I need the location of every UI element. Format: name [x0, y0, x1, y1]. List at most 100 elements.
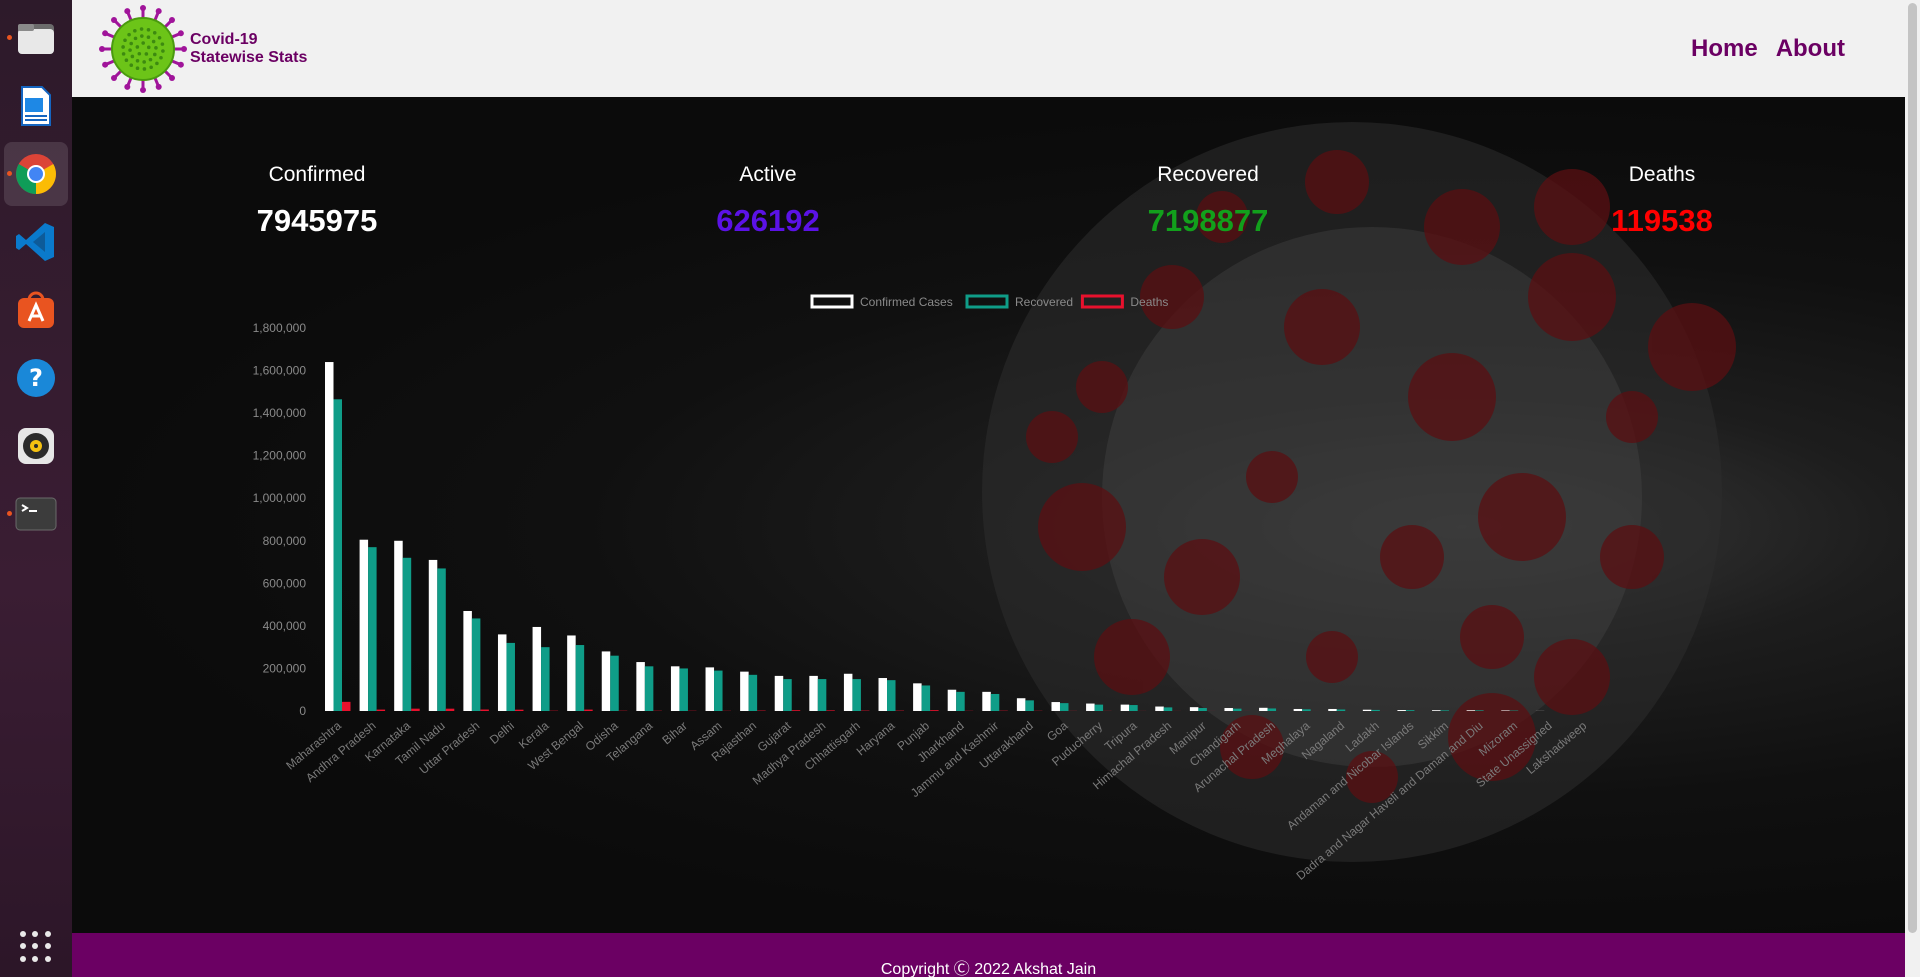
bar-recovered[interactable]	[471, 618, 481, 711]
bar-confirmed-cases[interactable]	[1189, 707, 1199, 711]
bar-confirmed-cases[interactable]	[1224, 708, 1233, 711]
bar-confirmed-cases[interactable]	[843, 673, 853, 711]
bar-recovered[interactable]	[368, 547, 377, 711]
bar-confirmed-cases[interactable]	[1016, 698, 1026, 711]
bar-recovered[interactable]	[1475, 710, 1484, 711]
legend-swatch[interactable]	[965, 294, 1009, 309]
bar-deaths[interactable]	[411, 708, 420, 711]
bar-confirmed-cases[interactable]	[1362, 709, 1372, 711]
legend-swatch[interactable]	[1080, 294, 1124, 309]
bar-recovered[interactable]	[1163, 707, 1173, 711]
bar-recovered[interactable]	[921, 685, 931, 711]
bar-confirmed-cases[interactable]	[1051, 702, 1060, 711]
bar-deaths[interactable]	[445, 708, 455, 711]
nav-home-link[interactable]: Home	[1691, 35, 1758, 63]
bar-confirmed-cases[interactable]	[809, 675, 818, 711]
virus-logo-icon[interactable]	[98, 4, 188, 94]
bar-recovered[interactable]	[1094, 704, 1104, 711]
dock-item-vscode[interactable]	[4, 210, 68, 274]
bar-recovered[interactable]	[402, 557, 412, 711]
bar-confirmed-cases[interactable]	[1328, 708, 1337, 711]
bar-recovered[interactable]	[1025, 700, 1034, 711]
bar-recovered[interactable]	[1405, 710, 1415, 711]
bar-recovered[interactable]	[1232, 708, 1242, 711]
bar-confirmed-cases[interactable]	[601, 651, 611, 711]
bar-confirmed-cases[interactable]	[1293, 708, 1303, 711]
dock-item-ubuntu-software[interactable]	[4, 278, 68, 342]
bar-recovered[interactable]	[506, 642, 515, 711]
bar-recovered[interactable]	[1198, 708, 1207, 711]
bar-recovered[interactable]	[610, 655, 619, 711]
bar-recovered[interactable]	[679, 668, 688, 711]
bar-confirmed-cases[interactable]	[1120, 704, 1130, 711]
bar-recovered[interactable]	[1302, 709, 1311, 711]
bar-confirmed-cases[interactable]	[670, 666, 680, 711]
bar-recovered[interactable]	[644, 666, 654, 711]
bar-recovered[interactable]	[1059, 703, 1069, 711]
scrollbar-thumb[interactable]	[1908, 3, 1917, 933]
bar-recovered[interactable]	[748, 674, 758, 711]
bar-recovered[interactable]	[990, 693, 1000, 711]
bar-confirmed-cases[interactable]	[740, 671, 749, 711]
page-scrollbar[interactable]	[1905, 0, 1920, 977]
bar-recovered[interactable]	[1267, 708, 1277, 711]
bar-recovered[interactable]	[1129, 705, 1138, 711]
bar-recovered[interactable]	[1440, 710, 1450, 711]
bar-confirmed-cases[interactable]	[774, 675, 784, 711]
bar-deaths[interactable]	[376, 709, 386, 711]
bar-recovered[interactable]	[887, 680, 896, 711]
bar-confirmed-cases[interactable]	[878, 678, 888, 711]
dock-item-help[interactable]: ?	[4, 346, 68, 410]
dock-item-chrome[interactable]	[4, 142, 68, 206]
bar-confirmed-cases[interactable]	[1155, 706, 1164, 711]
bar-confirmed-cases[interactable]	[463, 610, 472, 711]
bar-confirmed-cases[interactable]	[1259, 707, 1268, 711]
bar-confirmed-cases[interactable]	[1466, 710, 1476, 711]
bar-confirmed-cases[interactable]	[982, 691, 991, 711]
bar-recovered[interactable]	[783, 679, 792, 711]
bar-confirmed-cases[interactable]	[1501, 710, 1510, 711]
bar-confirmed-cases[interactable]	[359, 539, 369, 711]
bar-confirmed-cases[interactable]	[913, 683, 922, 711]
bar-confirmed-cases[interactable]	[532, 626, 542, 711]
nav-about-link[interactable]: About	[1776, 35, 1845, 63]
dock-item-terminal[interactable]	[4, 482, 68, 546]
bar-confirmed-cases[interactable]	[1086, 703, 1095, 711]
legend-swatch[interactable]	[810, 294, 854, 309]
legend-label[interactable]: Recovered	[1015, 295, 1073, 309]
brand-title[interactable]: Covid-19 Statewise Stats	[190, 31, 307, 67]
bar-recovered[interactable]	[956, 691, 965, 711]
bar-recovered[interactable]	[714, 670, 723, 711]
legend-label[interactable]: Deaths	[1130, 295, 1168, 309]
bar-deaths[interactable]	[480, 709, 489, 711]
bar-deaths[interactable]	[584, 709, 593, 711]
bar-deaths[interactable]	[514, 709, 524, 711]
bar-recovered[interactable]	[541, 647, 550, 711]
bar-recovered[interactable]	[575, 645, 585, 711]
bar-recovered[interactable]	[852, 679, 861, 711]
bar-confirmed-cases[interactable]	[1397, 710, 1406, 711]
bar-recovered[interactable]	[817, 679, 827, 711]
show-applications-button[interactable]	[20, 931, 52, 963]
bar-deaths[interactable]	[826, 710, 835, 711]
bar-confirmed-cases[interactable]	[636, 662, 645, 711]
legend-label[interactable]: Confirmed Cases	[860, 295, 953, 309]
bar-recovered[interactable]	[1336, 709, 1346, 711]
bar-recovered[interactable]	[1371, 709, 1380, 711]
bar-recovered[interactable]	[437, 568, 446, 711]
bar-confirmed-cases[interactable]	[705, 667, 715, 711]
bar-deaths[interactable]	[791, 710, 801, 711]
bar-confirmed-cases[interactable]	[394, 540, 403, 711]
bar-confirmed-cases[interactable]	[947, 689, 957, 711]
dock-item-files[interactable]	[4, 6, 68, 70]
bar-confirmed-cases[interactable]	[497, 634, 507, 711]
bar-deaths[interactable]	[342, 701, 351, 711]
bar-confirmed-cases[interactable]	[1432, 710, 1441, 711]
bar-confirmed-cases[interactable]	[428, 559, 438, 711]
bar-recovered[interactable]	[333, 399, 343, 711]
dock-item-rhythmbox[interactable]	[4, 414, 68, 478]
dock-item-writer[interactable]	[4, 74, 68, 138]
bar-confirmed-cases[interactable]	[567, 635, 576, 711]
bar-confirmed-cases[interactable]	[325, 362, 334, 711]
bar-deaths[interactable]	[930, 710, 939, 711]
